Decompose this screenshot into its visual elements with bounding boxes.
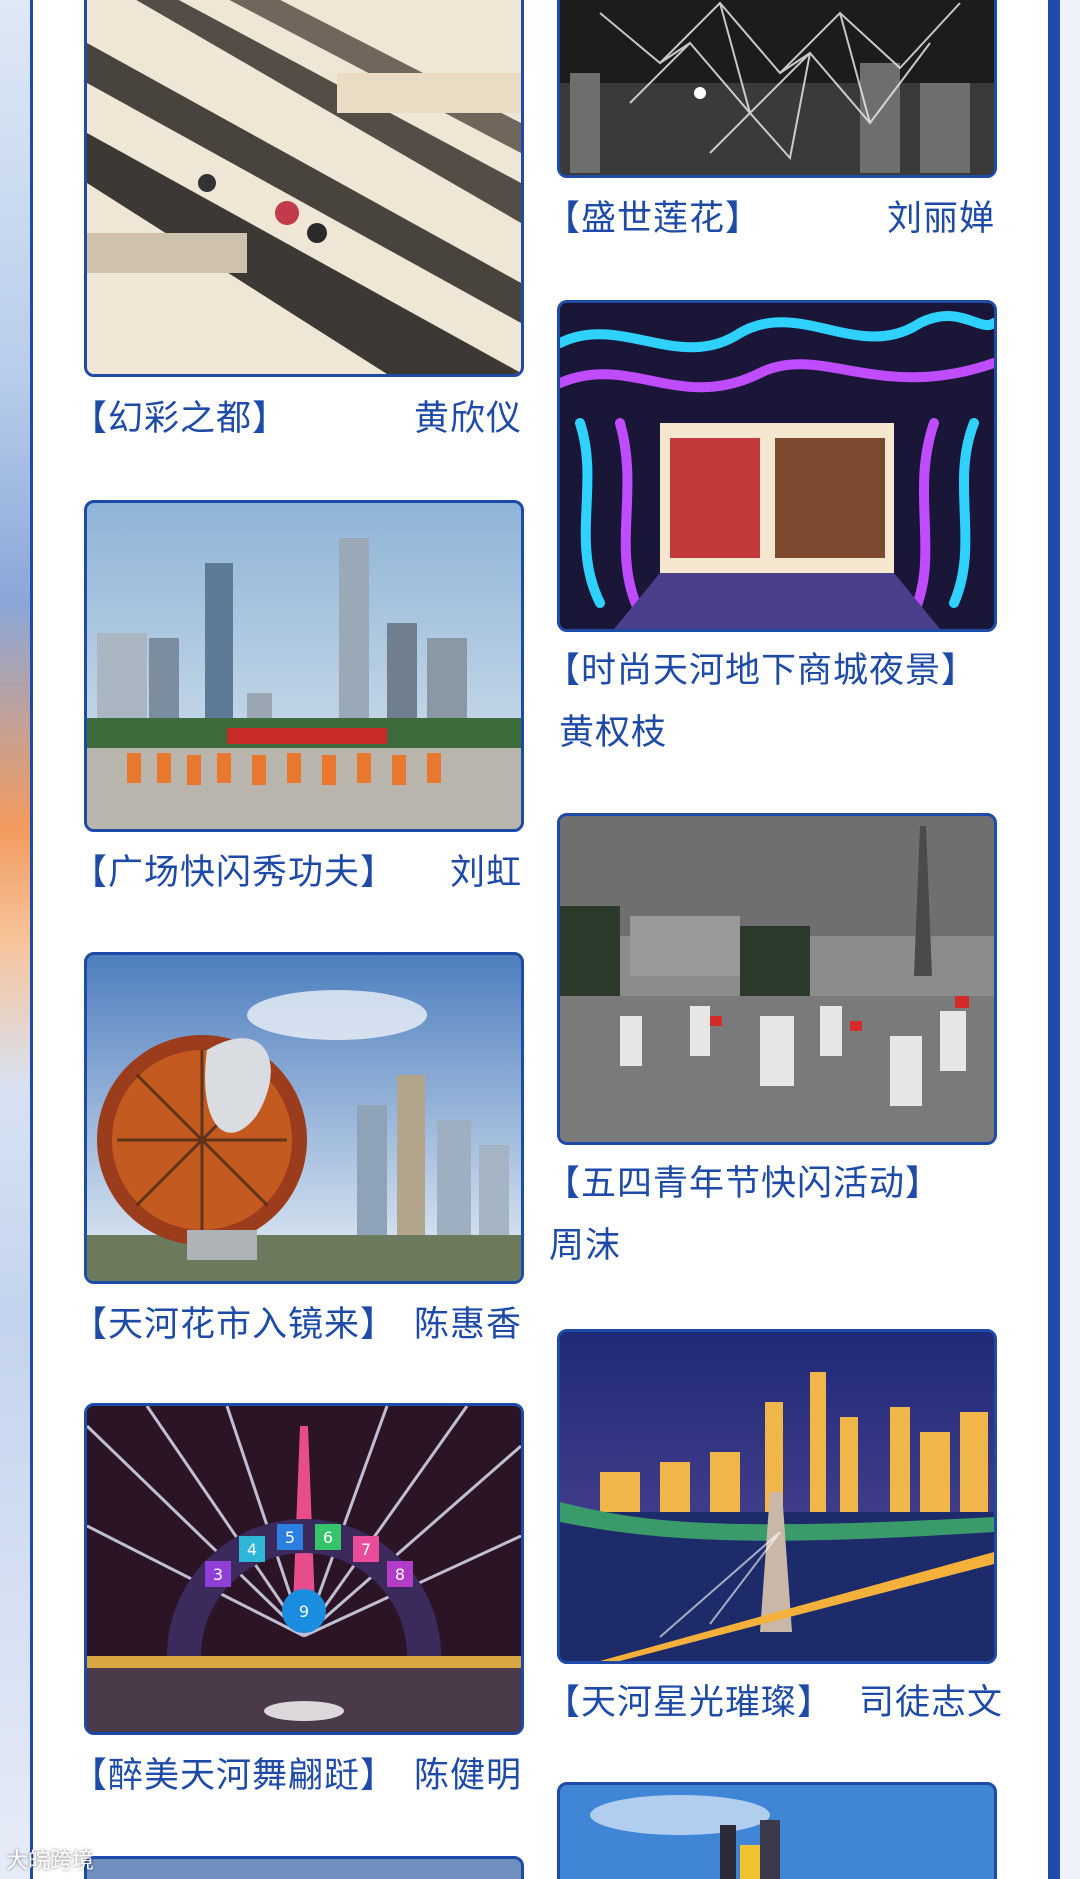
photo-author: 司徒志文 — [858, 1683, 1003, 1723]
photo-author: 刘丽婵 — [886, 199, 995, 239]
right-border-line — [1048, 0, 1060, 1879]
stage-number-label: 4 — [247, 1540, 257, 1559]
mall-escalators-photo[interactable] — [84, 0, 524, 377]
city-night-skyline-photo[interactable] — [557, 1329, 997, 1664]
photo-card[interactable]: 【广场快闪秀功夫】 刘虹 — [72, 500, 524, 893]
photo-title: 【盛世莲花】 — [545, 199, 762, 239]
photo-author: 黄权枝 — [559, 713, 668, 753]
stage-number-label: 3 — [213, 1565, 223, 1584]
photo-card[interactable]: 【幻彩之都】 黄欣仪 — [72, 0, 524, 439]
left-border-line — [30, 0, 33, 1879]
photo-author: 陈健明 — [413, 1756, 522, 1796]
flower-sculpture-photo[interactable] — [84, 952, 524, 1284]
photo-card[interactable]: 3 4 5 6 7 8 9 【醉美天河舞翩跹】 陈健明 — [72, 1403, 524, 1796]
stage-number-label: 5 — [285, 1528, 295, 1547]
stage-number-label: 9 — [299, 1602, 309, 1621]
photo-card[interactable]: 【天河花市入镜来】 陈惠香 — [72, 952, 524, 1345]
photo-card[interactable] — [557, 1782, 997, 1879]
photo-title: 【天河花市入镜来】 — [72, 1305, 397, 1345]
canton-tower-stage-photo[interactable]: 3 4 5 6 7 8 9 — [84, 1403, 524, 1735]
stage-number-label: 7 — [361, 1540, 371, 1559]
left-decoration-strip — [0, 0, 32, 1879]
next-photo-partial[interactable] — [84, 1856, 524, 1879]
stage-number-label: 8 — [395, 1565, 405, 1584]
photo-title: 【醉美天河舞翩跹】 — [72, 1756, 397, 1796]
photo-card[interactable]: 【天河星光璀璨】 司徒志文 — [545, 1329, 1002, 1723]
photo-title: 【天河星光璀璨】 — [545, 1683, 834, 1723]
photo-title: 【五四青年节快闪活动】 — [545, 1164, 942, 1204]
photo-caption: 【时尚天河地下商城夜景】 黄权枝 — [545, 640, 1005, 764]
photo-caption: 【五四青年节快闪活动】 周沫 — [545, 1153, 1005, 1277]
photo-author: 黄欣仪 — [413, 399, 522, 439]
photo-card[interactable]: 【盛世莲花】 刘丽婵 — [545, 0, 997, 239]
photo-author: 刘虹 — [449, 853, 522, 893]
photo-author: 周沫 — [549, 1226, 622, 1266]
stage-number-label: 6 — [323, 1528, 333, 1547]
photo-title: 【时尚天河地下商城夜景】 — [545, 651, 978, 691]
photo-card[interactable] — [84, 1856, 524, 1879]
photo-title: 【广场快闪秀功夫】 — [72, 853, 397, 893]
plaza-kungfu-photo[interactable] — [84, 500, 524, 832]
photo-card[interactable]: 【时尚天河地下商城夜景】 黄权枝 — [545, 300, 997, 753]
youth-day-flashmob-photo[interactable] — [557, 813, 997, 1145]
next-photo-partial[interactable] — [557, 1782, 997, 1879]
photo-author: 陈惠香 — [413, 1305, 522, 1345]
photo-title: 【幻彩之都】 — [72, 399, 289, 439]
neon-underground-mall-photo[interactable] — [557, 300, 997, 632]
watermark-text: 大皖跨境 — [6, 1849, 95, 1874]
lotus-structure-photo[interactable] — [557, 0, 997, 178]
photo-card[interactable]: 【五四青年节快闪活动】 周沫 — [545, 813, 997, 1266]
